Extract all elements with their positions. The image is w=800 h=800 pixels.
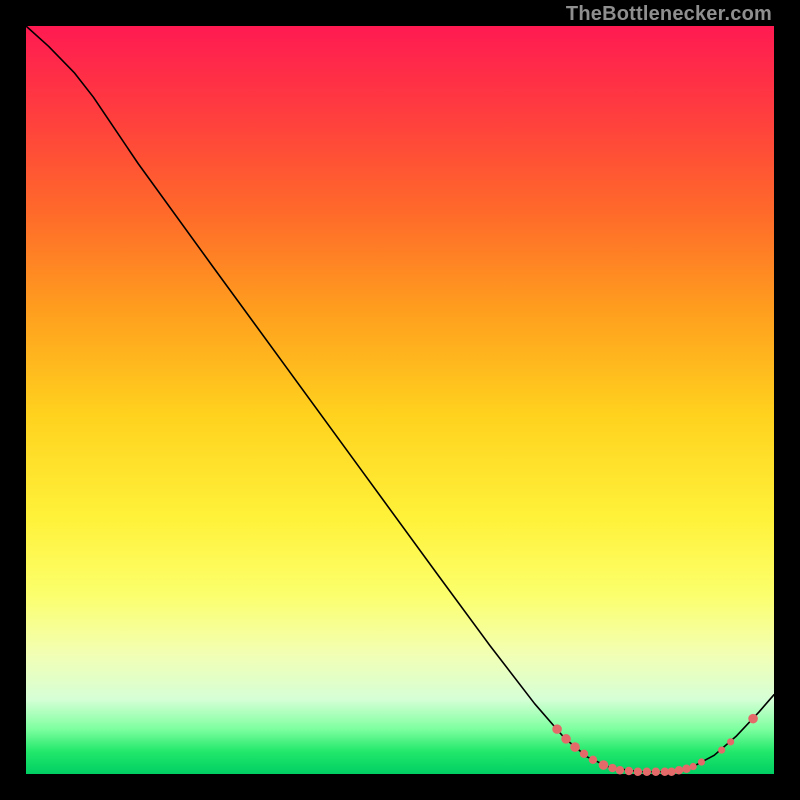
data-point [589,756,597,764]
bottleneck-curve [26,26,774,772]
data-point [698,758,705,765]
data-point [616,766,624,774]
data-point [561,734,571,744]
data-point [608,764,616,772]
data-point [570,742,580,752]
data-point [580,750,588,758]
chart-overlay [26,26,774,774]
chart-stage: TheBottlenecker.com [0,0,800,800]
attribution-text: TheBottlenecker.com [566,4,772,24]
data-point [682,765,690,773]
data-point [667,768,675,776]
data-point [625,767,633,775]
data-point [599,760,609,770]
data-point [748,714,758,724]
data-point [643,768,651,776]
data-point [727,738,734,745]
data-point [634,768,642,776]
data-point [690,763,697,770]
data-point [675,766,683,774]
data-point [552,724,562,734]
data-point [718,746,725,753]
data-point [652,768,660,776]
